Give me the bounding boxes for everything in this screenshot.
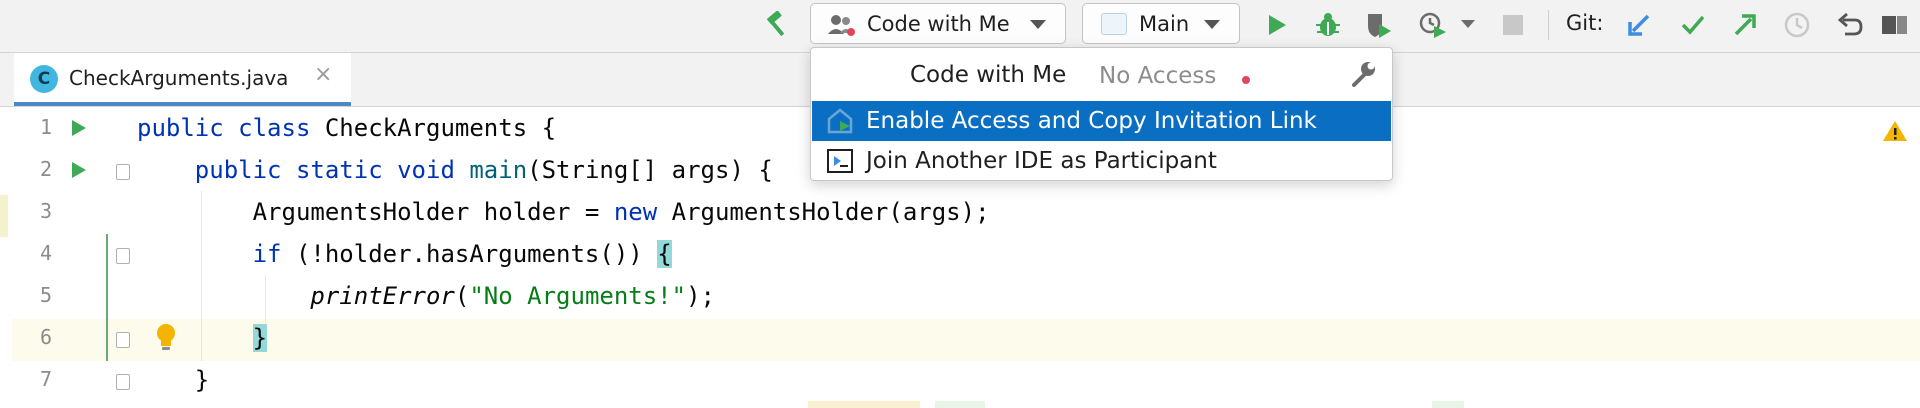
keyword: static xyxy=(295,156,383,184)
warning-icon[interactable] xyxy=(1882,119,1908,147)
fold-marker-icon[interactable] xyxy=(116,332,130,348)
status-dot-icon xyxy=(1242,76,1250,84)
fold-marker-icon[interactable] xyxy=(116,248,130,264)
keyword: if xyxy=(252,240,282,268)
scroll-marker xyxy=(0,195,8,237)
keyword: public xyxy=(137,114,224,142)
brace: { xyxy=(541,114,557,142)
paren: ); xyxy=(686,282,715,310)
run-icon[interactable] xyxy=(1262,10,1292,40)
line-number: 4 xyxy=(39,241,52,265)
tab-title: CheckArguments.java xyxy=(69,66,289,90)
run-config-combo[interactable]: Main xyxy=(1082,3,1240,44)
paren: ( xyxy=(454,282,470,310)
code-line-4: if (!holder.hasArguments()) { xyxy=(137,233,672,275)
highlight-marker xyxy=(808,401,920,408)
users-icon xyxy=(827,12,857,43)
code-line-7: } xyxy=(137,359,209,401)
tab-check-arguments[interactable]: C CheckArguments.java × xyxy=(14,53,351,106)
coverage-icon[interactable] xyxy=(1362,9,1396,41)
keyword: class xyxy=(238,114,311,142)
method-signature: (String[] args) { xyxy=(527,156,773,184)
chevron-down-icon xyxy=(1204,20,1220,29)
expression: ArgumentsHolder(args); xyxy=(657,198,990,226)
popup-title: Code with Me xyxy=(910,62,1067,88)
toolbar-separator xyxy=(1548,10,1549,40)
line-number: 7 xyxy=(39,367,52,391)
method-call: printError xyxy=(310,282,455,310)
line-number: 1 xyxy=(39,115,52,139)
main-toolbar: Code with Me Main Git: xyxy=(0,0,1920,53)
run-config-label: Main xyxy=(1139,12,1190,36)
string-literal: "No Arguments!" xyxy=(469,282,687,310)
line-number: 3 xyxy=(39,199,52,223)
build-hammer-icon[interactable] xyxy=(762,10,792,40)
join-ide-icon xyxy=(826,148,854,178)
history-icon[interactable] xyxy=(1782,10,1812,40)
highlight-marker xyxy=(1432,401,1464,408)
matched-brace: } xyxy=(252,324,268,352)
code-with-me-combo[interactable]: Code with Me xyxy=(810,3,1066,44)
current-line-highlight xyxy=(124,319,1920,361)
highlight-marker xyxy=(935,401,985,408)
git-label: Git: xyxy=(1566,11,1604,35)
window-icon[interactable] xyxy=(1882,14,1920,38)
keyword: new xyxy=(613,198,658,226)
line-number: 2 xyxy=(39,157,52,181)
debug-icon[interactable] xyxy=(1312,9,1344,41)
git-update-icon[interactable] xyxy=(1624,10,1654,40)
fold-marker-icon[interactable] xyxy=(116,164,130,180)
method-name: main xyxy=(469,156,528,184)
menu-item-enable-access[interactable]: Enable Access and Copy Invitation Link xyxy=(812,101,1391,141)
access-status: No Access xyxy=(1099,63,1217,89)
wrench-icon[interactable] xyxy=(1348,59,1378,93)
share-access-icon xyxy=(826,107,856,139)
declaration: ArgumentsHolder holder = xyxy=(252,198,614,226)
code-line-1: public class CheckArguments { xyxy=(137,107,556,149)
stop-icon[interactable] xyxy=(1500,12,1526,38)
more-run-options-chevron-icon[interactable] xyxy=(1460,16,1476,32)
keyword: public xyxy=(194,156,282,184)
fold-marker-icon[interactable] xyxy=(116,374,130,390)
rollback-icon[interactable] xyxy=(1834,10,1864,40)
menu-item-label: Enable Access and Copy Invitation Link xyxy=(866,108,1317,134)
code-with-me-label: Code with Me xyxy=(867,12,1010,36)
line-number: 5 xyxy=(39,283,52,307)
line-number: 6 xyxy=(39,325,52,349)
profiler-icon[interactable] xyxy=(1416,9,1450,41)
git-push-icon[interactable] xyxy=(1730,10,1760,40)
git-commit-icon[interactable] xyxy=(1678,10,1708,40)
run-main-icon[interactable] xyxy=(72,162,86,178)
java-class-icon: C xyxy=(30,65,58,93)
code-line-3: ArgumentsHolder holder = new ArgumentsHo… xyxy=(137,191,990,233)
close-tab-icon[interactable]: × xyxy=(314,62,332,87)
class-name: CheckArguments xyxy=(324,114,528,142)
matched-brace: { xyxy=(657,240,672,268)
chevron-down-icon xyxy=(1030,20,1046,29)
vcs-change-marker[interactable] xyxy=(106,234,108,361)
menu-item-label: Join Another IDE as Participant xyxy=(866,148,1217,174)
run-config-icon xyxy=(1101,13,1127,35)
menu-item-join-ide[interactable]: Join Another IDE as Participant xyxy=(812,141,1391,181)
code-with-me-popup: Code with Me No Access Enable Access and… xyxy=(810,47,1393,181)
lightbulb-icon[interactable] xyxy=(154,322,178,356)
code-line-5: printError("No Arguments!"); xyxy=(137,275,715,317)
code-line-2: public static void main(String[] args) { xyxy=(137,149,773,191)
keyword: void xyxy=(397,156,455,184)
brace: } xyxy=(194,366,210,394)
run-class-icon[interactable] xyxy=(72,120,86,136)
condition: (!holder.hasArguments()) xyxy=(281,240,658,268)
